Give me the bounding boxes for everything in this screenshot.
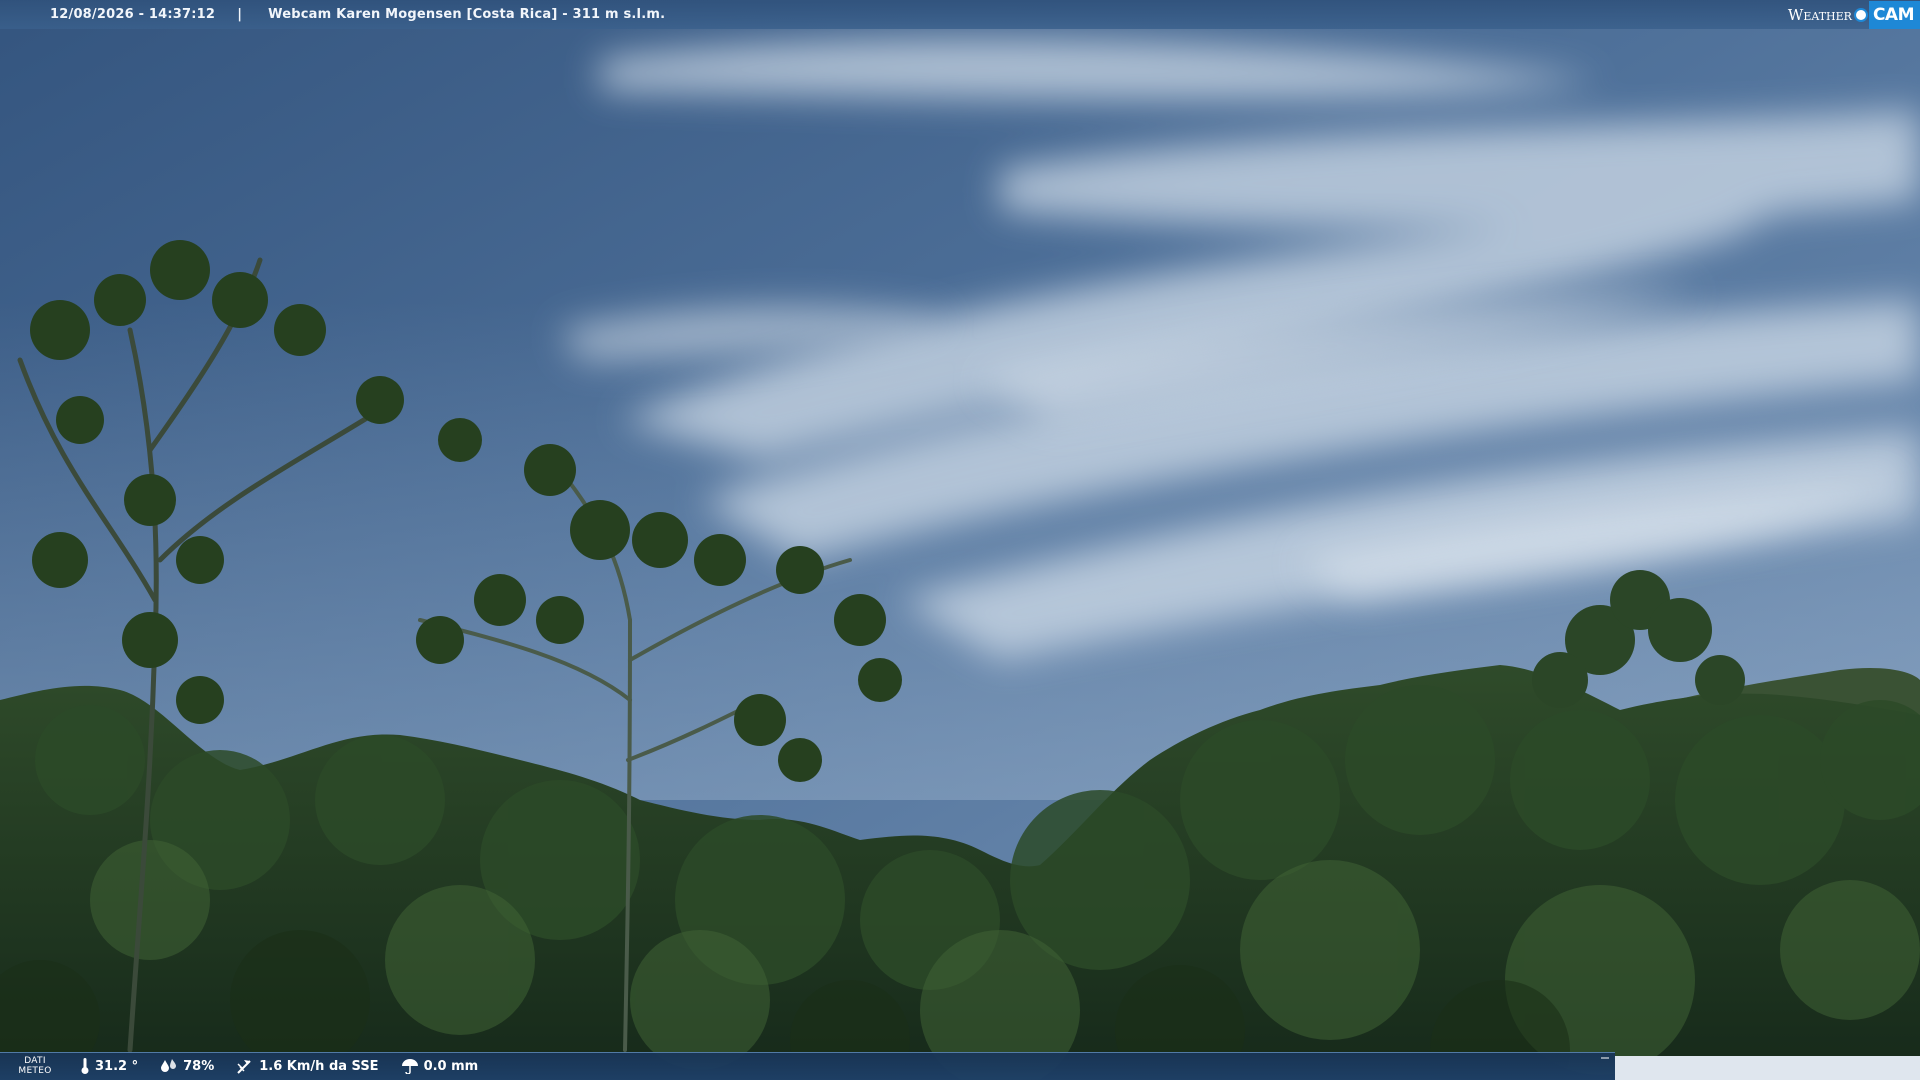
humidity-drops-icon — [161, 1059, 177, 1072]
meteo-data-bar: DATI METEO 31.2 ° 78% 1.6 Km/h da SSE 0.… — [0, 1052, 1615, 1080]
header-info-bar: 12/08/2026 - 14:37:12 | Webcam Karen Mog… — [0, 0, 1920, 29]
meteo-label: DATI METEO — [0, 1056, 70, 1076]
rain-value: 0.0 mm — [423, 1058, 479, 1074]
thermometer-icon — [81, 1058, 89, 1074]
umbrella-icon — [401, 1059, 418, 1074]
meteo-bar-end-marker — [1601, 1057, 1609, 1059]
temperature-reading: 31.2 ° — [80, 1057, 138, 1075]
weathercam-logo: Weather CAM — [1788, 0, 1920, 29]
wind-value: 1.6 Km/h da SSE — [259, 1058, 379, 1074]
wind-reading: 1.6 Km/h da SSE — [236, 1057, 379, 1075]
header-separator: | — [237, 7, 243, 22]
logo-text-weather: Weather — [1787, 5, 1852, 24]
temperature-value: 31.2 ° — [95, 1058, 139, 1074]
webcam-title: Webcam Karen Mogensen [Costa Rica] - 311… — [268, 7, 666, 22]
humidity-value: 78% — [183, 1058, 215, 1074]
timestamp: 12/08/2026 - 14:37:12 — [50, 7, 216, 22]
meteo-label-line1: DATI — [24, 1056, 46, 1066]
logo-text-cam: CAM — [1868, 0, 1920, 29]
webcam-image — [0, 0, 1920, 1080]
humidity-reading: 78% — [160, 1058, 214, 1074]
logo-dot-icon — [1853, 7, 1868, 22]
webcam-frame: 12/08/2026 - 14:37:12 | Webcam Karen Mog… — [0, 0, 1920, 1080]
wind-vane-icon — [237, 1060, 251, 1074]
bottom-right-strip — [1615, 1056, 1920, 1080]
rain-reading: 0.0 mm — [401, 1058, 479, 1074]
meteo-label-line2: METEO — [18, 1066, 52, 1076]
